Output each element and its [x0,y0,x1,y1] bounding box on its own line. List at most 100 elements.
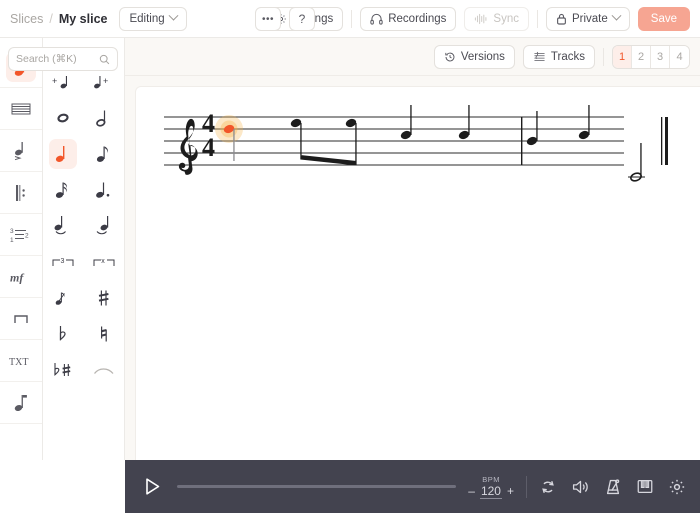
score-canvas[interactable]: 4 4 [125,76,700,460]
note-3[interactable] [345,118,358,161]
note-4[interactable] [400,105,413,140]
palette-natural[interactable] [84,317,125,351]
eighth-note-icon [90,139,118,169]
natural-icon [90,319,118,349]
top-bar: Slices / My slice Editing ••• ? Recordin… [0,0,700,38]
waveform-icon [474,13,488,25]
headphones-icon [370,13,383,25]
privacy-label: Private [571,12,608,25]
lock-icon [556,13,567,25]
question-mark-icon: ? [298,12,306,26]
versions-label: Versions [460,50,505,63]
bpm-value[interactable]: 120 [479,484,502,499]
search-box[interactable] [8,47,118,71]
page-tab-1[interactable]: 1 [613,45,632,68]
recordings-button[interactable]: Recordings [360,6,457,31]
rail-spacer [0,424,42,460]
palette-sharp[interactable] [84,281,125,315]
search-input[interactable] [16,53,99,65]
bpm-decrease-button[interactable]: – [468,484,475,498]
breadcrumb-root[interactable]: Slices [10,12,43,26]
rail-item-fingering[interactable]: 3 1 2 [0,214,42,256]
rail-item-articulations[interactable] [0,130,42,172]
palette-quarter-note[interactable] [43,137,84,171]
score-page[interactable]: 4 4 [135,86,700,460]
mode-dropdown[interactable]: Editing [119,6,187,31]
more-menu-button[interactable]: ••• [255,7,281,31]
chevron-down-icon [611,10,622,21]
half-note-icon [90,103,118,133]
dotted-quarter-note-icon [90,175,118,205]
score-notation[interactable]: 4 4 [136,87,696,227]
palette-tie-start[interactable] [43,209,84,243]
save-button[interactable]: Save [637,6,690,31]
page-tab-2[interactable]: 2 [632,45,651,68]
loop-icon[interactable] [539,478,557,496]
note-2[interactable] [290,118,303,155]
breadcrumb-separator: / [49,11,53,26]
rail-item-text[interactable]: TXT [0,340,42,382]
time-signature-denominator: 4 [202,133,215,162]
rail-item-staff[interactable] [0,88,42,130]
play-button[interactable] [139,474,165,500]
body: 312 mf TXT + + 3 x Search (⌘K) Versions … [0,38,700,460]
note-8[interactable] [628,143,645,182]
palette-grace-note[interactable] [43,281,84,315]
page-tab-3[interactable]: 3 [651,45,670,68]
gear-icon[interactable] [668,478,686,496]
left-tool-rail: 3 1 2 mf TXT [0,38,43,460]
quarter-note-icon [49,139,78,169]
help-button[interactable]: ? [289,7,315,31]
tie-note-icon [90,211,118,241]
volume-icon[interactable] [571,478,590,496]
palette-slur[interactable] [84,353,125,387]
palette-courtesy-accidental[interactable] [43,353,84,387]
palette-tuplet[interactable]: x [84,245,125,279]
palette-flat[interactable] [43,317,84,351]
versions-button[interactable]: Versions [433,44,515,69]
palette-whole-note[interactable] [43,101,84,135]
pedal-bracket-icon [6,304,36,334]
bpm-increase-button[interactable]: + [507,484,514,498]
palette-eighth-note[interactable] [84,137,125,171]
eighth-note-icon [6,388,36,418]
rail-item-dynamics[interactable]: mf [0,256,42,298]
palette-half-note[interactable] [84,101,125,135]
rail-item-pedal[interactable] [0,298,42,340]
svg-text:TXT: TXT [9,357,28,368]
score-toolbar: Versions Tracks 1 2 3 4 [125,38,700,76]
fingering-numbers-icon: 3 1 2 [6,220,36,250]
note-7[interactable] [578,105,591,140]
tie-note-icon [49,211,77,241]
seek-bar[interactable] [177,485,457,488]
bpm-control: BPM – 120 + [468,475,514,499]
slur-arc-icon [90,355,118,385]
sync-button[interactable]: Sync [464,6,529,31]
palette-sixteenth-note[interactable] [43,173,84,207]
flat-sharp-icon [49,355,77,385]
page-tabs: 1 2 3 4 [612,44,690,69]
treble-clef-icon [178,118,198,175]
privacy-dropdown[interactable]: Private [545,6,630,31]
rail-item-ornaments[interactable] [0,382,42,424]
palette-dotted-quarter-note[interactable] [84,173,125,207]
txt-icon: TXT [6,346,36,376]
svg-text:3: 3 [10,228,14,235]
note-5[interactable] [458,105,471,140]
palette-triplet[interactable]: 3 [43,245,84,279]
mf-dynamic-icon: mf [6,262,36,292]
palette-tie-end[interactable] [84,209,125,243]
piano-keyboard-icon[interactable] [636,478,654,495]
breadcrumb-current[interactable]: My slice [59,12,108,26]
page-tab-4[interactable]: 4 [670,45,689,68]
rail-item-barlines[interactable] [0,172,42,214]
history-clock-icon [444,51,456,63]
beam [300,155,357,166]
tracks-button[interactable]: Tracks [522,44,595,69]
metronome-icon[interactable] [604,478,622,496]
sharp-icon [90,283,118,313]
bpm-row: – 120 + [468,484,514,499]
svg-text:mf: mf [10,270,24,284]
tracks-label: Tracks [550,50,585,63]
app-root: Slices / My slice Editing ••• ? Recordin… [0,0,700,513]
